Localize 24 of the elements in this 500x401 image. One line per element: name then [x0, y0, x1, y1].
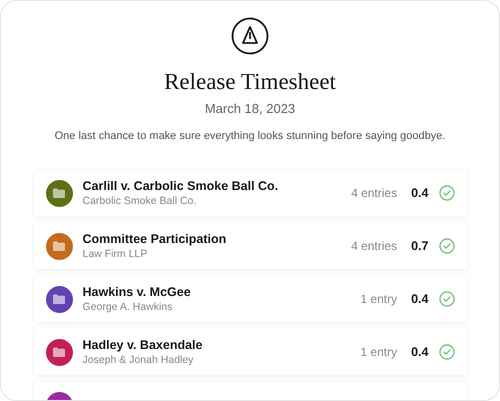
entry-count: 4 entries	[351, 186, 398, 200]
hours-value: 0.4	[411, 186, 428, 200]
client-name: Law Firm LLP	[82, 248, 148, 260]
dialog-title: Release Timesheet	[164, 69, 336, 95]
entry-count: 4 entries	[351, 239, 398, 253]
warning-logo-icon	[231, 17, 269, 55]
folder-icon	[53, 294, 65, 304]
entry-count: 1 entry	[360, 292, 398, 306]
matter-title: Hawkins v. McGee	[82, 285, 192, 299]
message-text: One last chance to make sure everything looks stunning before saying goodbye.	[54, 130, 446, 142]
entry-count: 1 entry	[360, 345, 398, 359]
hours-value: 0.4	[411, 345, 428, 359]
hours-value: 0.7	[411, 239, 428, 253]
client-name: George A. Hawkins	[82, 301, 174, 313]
matter-title: Committee Participation	[82, 232, 228, 246]
matter-title: Carlill v. Carbolic Smoke Ball Co.	[82, 179, 280, 193]
folder-icon	[53, 188, 65, 198]
hours-value: 0.4	[411, 292, 428, 306]
folder-icon	[53, 347, 65, 357]
client-name: Carbolic Smoke Ball Co.	[82, 195, 198, 207]
matter-title: Hadley v. Baxendale	[82, 338, 204, 352]
client-name: Joseph & Jonah Hadley	[82, 354, 194, 366]
folder-icon	[53, 241, 65, 251]
date-text: March 18, 2023	[204, 101, 296, 116]
